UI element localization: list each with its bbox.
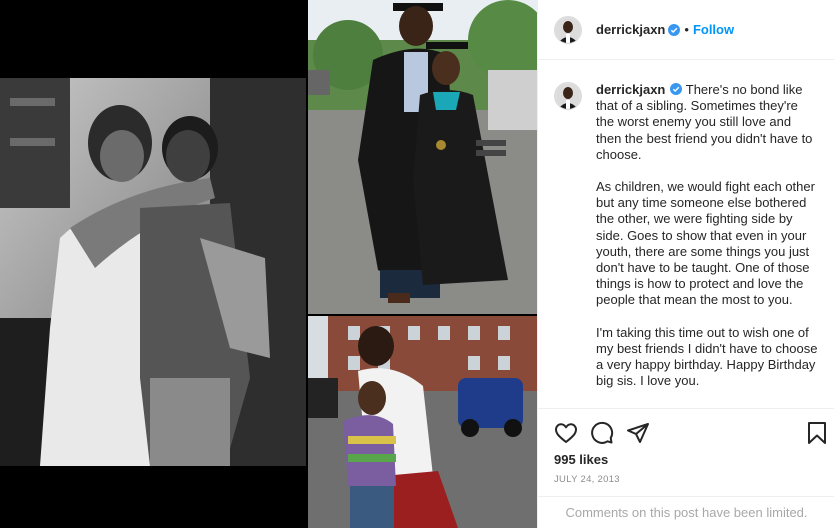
separator-dot: • xyxy=(684,22,689,37)
avatar[interactable] xyxy=(554,15,582,44)
post-media[interactable] xyxy=(0,0,537,528)
verified-badge-icon xyxy=(668,23,681,36)
caption-paragraph: I'm taking this time out to wish one of … xyxy=(596,324,818,389)
caption-paragraph: As children, we would fight each other b… xyxy=(596,179,815,308)
childhood-photo xyxy=(0,78,306,466)
likes-count[interactable]: 995 likes xyxy=(554,452,608,467)
bookmark-icon[interactable] xyxy=(805,421,829,445)
paper-plane-icon[interactable] xyxy=(626,421,650,445)
username-link[interactable]: derrickjaxn xyxy=(596,22,665,37)
caption-area[interactable]: derrickjaxn There's no bond like that of… xyxy=(538,60,834,408)
comment-bubble-icon[interactable] xyxy=(590,421,614,445)
caption-text: derrickjaxn There's no bond like that of… xyxy=(596,82,819,408)
post-header: derrickjaxn • Follow xyxy=(538,0,834,60)
follow-button[interactable]: Follow xyxy=(693,22,734,37)
heart-icon[interactable] xyxy=(554,421,578,445)
verified-badge-icon xyxy=(670,83,683,95)
caption-username-link[interactable]: derrickjaxn xyxy=(596,82,665,97)
actions-area: 995 likes JULY 24, 2013 xyxy=(538,408,834,496)
graduation-photo xyxy=(308,0,537,314)
hug-photo xyxy=(308,316,537,528)
comments-limited-text: Comments on this post have been limited. xyxy=(565,505,808,520)
caption-paragraph: derrickjaxn There's no bond like that of… xyxy=(596,82,819,163)
post-sidebar: derrickjaxn • Follow derrickjaxn There's… xyxy=(537,0,834,528)
caption-avatar[interactable] xyxy=(554,82,582,110)
comments-limited-notice: Comments on this post have been limited. xyxy=(538,496,834,528)
post-date: JULY 24, 2013 xyxy=(554,474,620,485)
